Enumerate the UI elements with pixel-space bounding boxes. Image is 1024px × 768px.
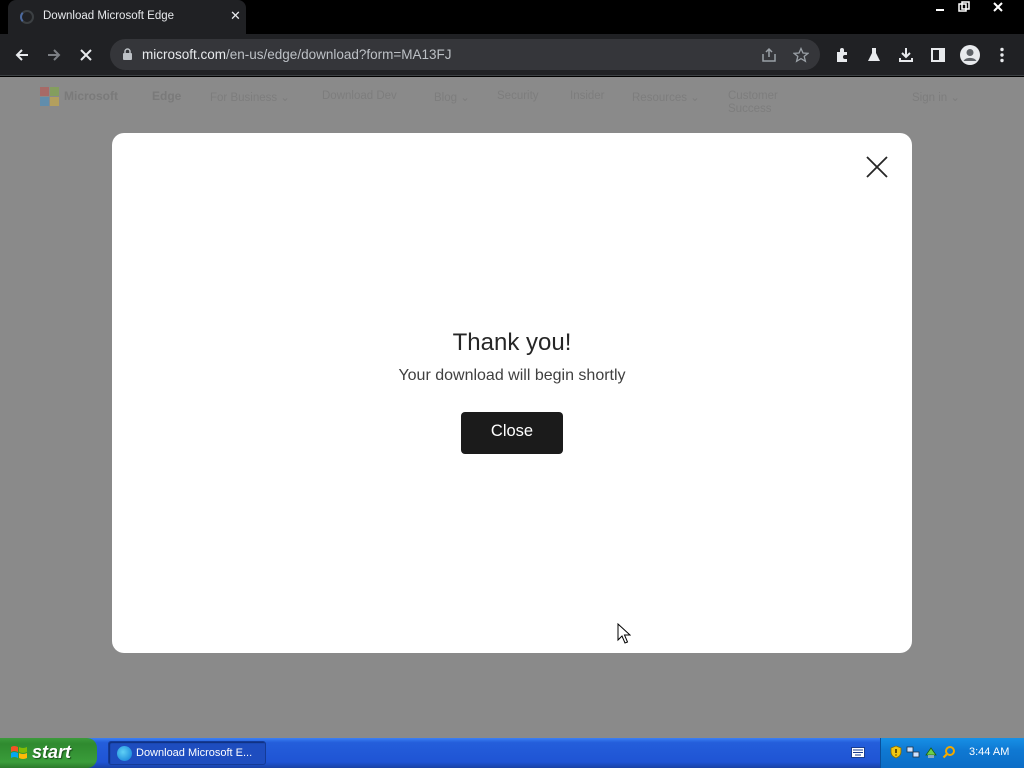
close-button[interactable]: Close <box>461 412 563 454</box>
nav-brand-edge[interactable]: Edge <box>152 89 181 103</box>
security-shield-icon[interactable] <box>889 745 903 759</box>
mouse-cursor-icon <box>617 623 631 644</box>
page-viewport: Microsoft Edge For Business ⌄ Download D… <box>0 77 1024 738</box>
url-text: microsoft.com/en-us/edge/download?form=M… <box>142 47 452 62</box>
dialog-title: Thank you! <box>452 329 572 356</box>
forward-icon[interactable] <box>42 43 66 67</box>
stop-loading-icon[interactable] <box>74 43 98 67</box>
windows-flag-icon <box>11 746 27 759</box>
windows-taskbar: start Download Microsoft E... 3:44 AM <box>0 738 1024 768</box>
nav-item-blog[interactable]: Blog ⌄ <box>434 90 470 104</box>
start-label: start <box>32 742 72 762</box>
tab-download-edge[interactable]: Download Microsoft Edge ✕ <box>8 0 246 34</box>
minimize-icon[interactable] <box>928 0 952 18</box>
profile-avatar-icon[interactable] <box>958 43 982 67</box>
tab-close-icon[interactable]: ✕ <box>230 9 241 23</box>
tab-title: Download Microsoft Edge <box>43 10 175 22</box>
downloads-icon[interactable] <box>894 43 918 67</box>
lock-icon <box>123 48 132 60</box>
network-icon[interactable] <box>906 745 920 759</box>
nav-item-download-dev[interactable]: Download Dev <box>322 90 397 102</box>
restore-icon[interactable] <box>952 0 976 18</box>
labs-flask-icon[interactable] <box>862 43 886 67</box>
dialog-close-icon[interactable] <box>865 155 889 179</box>
share-icon[interactable] <box>758 44 780 66</box>
keyboard-icon[interactable] <box>851 747 865 758</box>
clock[interactable]: 3:44 AM <box>969 746 1009 758</box>
nav-item-insider[interactable]: Insider <box>570 90 605 102</box>
back-icon[interactable] <box>10 43 34 67</box>
menu-kebab-icon[interactable] <box>990 43 1014 67</box>
start-button[interactable]: start <box>0 738 97 768</box>
bookmark-star-icon[interactable] <box>790 44 812 66</box>
taskbar-item-browser[interactable]: Download Microsoft E... <box>108 741 266 765</box>
microsoft-logo-text: Microsoft <box>64 89 118 103</box>
loading-spinner-icon <box>20 10 34 24</box>
browser-titlebar: Download Microsoft Edge ✕ <box>0 0 1024 34</box>
download-thank-you-dialog: Thank you! Your download will begin shor… <box>112 133 912 653</box>
address-bar[interactable]: microsoft.com/en-us/edge/download?form=M… <box>110 39 820 70</box>
side-panel-icon[interactable] <box>926 43 950 67</box>
nav-sign-in[interactable]: Sign in ⌄ <box>912 90 960 104</box>
nav-item-security[interactable]: Security <box>497 90 539 102</box>
extensions-icon[interactable] <box>830 43 854 67</box>
nav-item-for-business[interactable]: For Business ⌄ <box>210 90 290 104</box>
nav-item-resources[interactable]: Resources ⌄ <box>632 90 700 104</box>
search-magnifier-icon[interactable] <box>942 745 956 759</box>
window-close-icon[interactable] <box>986 0 1010 18</box>
dialog-subtitle: Your download will begin shortly <box>398 367 626 384</box>
edge-browser-icon <box>117 746 132 761</box>
system-tray: 3:44 AM <box>880 738 1024 768</box>
site-nav: Microsoft Edge For Business ⌄ Download D… <box>0 77 1024 119</box>
safely-remove-hardware-icon[interactable] <box>924 745 938 759</box>
microsoft-logo-icon[interactable] <box>40 87 60 107</box>
browser-toolbar: microsoft.com/en-us/edge/download?form=M… <box>0 34 1024 76</box>
taskbar-item-label: Download Microsoft E... <box>136 747 253 759</box>
nav-item-customer-success[interactable]: Customer Success <box>728 90 798 116</box>
